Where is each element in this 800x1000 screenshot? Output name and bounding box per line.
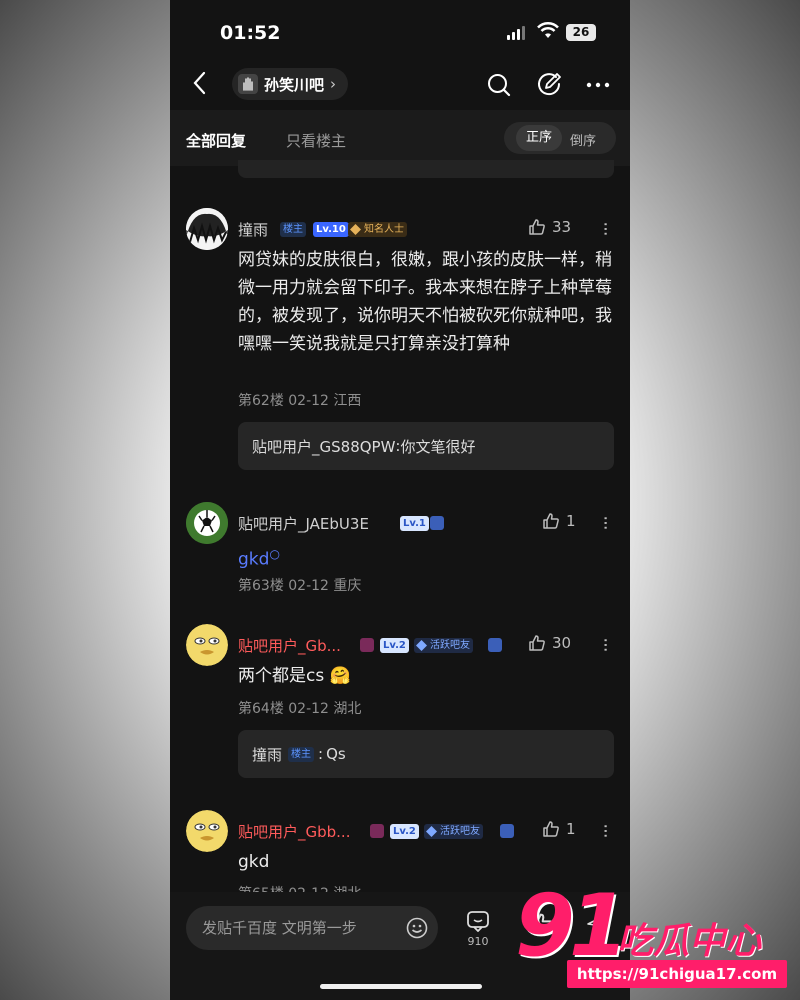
comment-button[interactable]: 910 [466, 910, 490, 948]
post-content: 两个都是cs 🤗 [238, 666, 351, 686]
reply-tabs: 全部回复 只看楼主 正序 倒序 [170, 110, 630, 166]
watermark: 91 吃瓜中心 https://91chigua17.com [505, 880, 795, 992]
back-icon[interactable] [190, 70, 210, 96]
post-content: gkd [238, 852, 270, 872]
phone-screen: 01:52 26 孙笑川吧 › 全部回复 只看楼主 正序 倒序 撞雨 楼主 Lv… [170, 0, 630, 1000]
battery-icon: 26 [566, 24, 596, 41]
sort-descending[interactable]: 倒序 [570, 130, 596, 149]
fan-icon [370, 824, 384, 838]
like-button[interactable]: 30 [528, 634, 571, 652]
status-bar: 01:52 26 [170, 0, 630, 60]
thumbs-up-icon [543, 821, 559, 837]
sort-toggle: 正序 倒序 [504, 122, 616, 154]
reply-input[interactable]: 发贴千百度 文明第一步 [186, 906, 438, 950]
member-icon [430, 516, 444, 530]
sub-reply[interactable]: 贴吧用户_GS88QPW: 你文笔很好 [238, 422, 614, 470]
thumbs-up-icon [529, 635, 545, 651]
post-content: 网贷妹的皮肤很白，很嫩，跟小孩的皮肤一样，稍微一用力就会留下印子。我本来想在脖子… [238, 250, 612, 354]
watermark-name: 吃瓜中心 [617, 921, 762, 962]
diamond-icon [416, 640, 427, 651]
forum-link[interactable]: 孙笑川吧 › [232, 68, 349, 100]
member-icon [500, 824, 514, 838]
tab-all-replies[interactable]: 全部回复 [186, 130, 246, 151]
emoji-icon[interactable] [406, 917, 428, 939]
forum-name: 孙笑川吧 [264, 75, 325, 94]
like-count: 33 [552, 218, 572, 236]
title-badge-label: 知名人士 [364, 224, 404, 235]
level-badge: Lv.10 [313, 222, 349, 237]
forum-avatar [238, 74, 258, 94]
wifi-icon [537, 22, 559, 38]
title-badge-label: 活跃吧友 [430, 640, 470, 651]
more-icon[interactable]: ··· [595, 221, 616, 235]
more-icon[interactable]: ··· [595, 637, 616, 651]
post-meta: 第62楼 02-12 江西 [238, 393, 362, 409]
avatar[interactable] [186, 502, 228, 544]
diamond-icon [426, 826, 437, 837]
level-badge: Lv.2 [390, 824, 419, 839]
more-options-icon[interactable] [586, 82, 610, 88]
title-badge: 活跃吧友 [414, 638, 473, 653]
level-badge: Lv.2 [380, 638, 409, 653]
tab-owner-only[interactable]: 只看楼主 [286, 130, 346, 151]
username[interactable]: 贴吧用户_Gbb... [238, 821, 350, 842]
reply-input-placeholder: 发贴千百度 文明第一步 [202, 919, 357, 937]
signal-icon [507, 26, 527, 40]
post-content: gkd [238, 549, 270, 570]
more-icon[interactable]: ··· [595, 823, 616, 837]
status-time: 01:52 [220, 22, 281, 44]
reply-text: 你文笔很好 [400, 437, 476, 456]
username[interactable]: 撞雨 [238, 219, 268, 240]
previous-reply-box [238, 160, 614, 178]
owner-badge: 楼主 [288, 746, 315, 762]
search-icon: ○ [269, 547, 280, 561]
avatar[interactable] [186, 624, 228, 666]
post-content-link[interactable]: gkd○ [238, 540, 618, 574]
member-icon [488, 638, 502, 652]
like-count: 1 [566, 512, 576, 530]
reply-colon: : [318, 745, 324, 763]
post-meta: 第64楼 02-12 湖北 [238, 701, 362, 717]
avatar[interactable] [186, 810, 228, 852]
diamond-icon [350, 224, 361, 235]
like-count: 1 [566, 820, 576, 838]
comment-count: 910 [467, 935, 489, 948]
top-nav: 孙笑川吧 › [170, 62, 630, 106]
post-meta: 第63楼 02-12 重庆 [238, 578, 362, 594]
search-icon[interactable] [486, 72, 512, 98]
comment-icon [467, 911, 489, 933]
reply-text: Qs [326, 745, 346, 763]
title-badge: 活跃吧友 [424, 824, 483, 839]
level-badge: Lv.1 [400, 516, 429, 531]
thumbs-up-icon [543, 513, 559, 529]
owner-badge: 楼主 [280, 222, 306, 237]
like-button[interactable]: 33 [528, 218, 571, 236]
username[interactable]: 贴吧用户_Gb... [238, 635, 341, 656]
sub-reply[interactable]: 撞雨 楼主: Qs [238, 730, 614, 778]
watermark-url: https://91chigua17.com [567, 960, 787, 988]
title-badge: 知名人士 [348, 222, 407, 237]
thumbs-up-icon [529, 219, 545, 235]
more-icon[interactable]: ··· [595, 515, 616, 529]
like-button[interactable]: 1 [542, 512, 576, 530]
like-count: 30 [552, 634, 572, 652]
sort-ascending[interactable]: 正序 [516, 125, 562, 151]
reply-user[interactable]: 撞雨 [252, 744, 282, 765]
fan-icon [360, 638, 374, 652]
home-indicator [320, 984, 482, 989]
chevron-right-icon: › [330, 75, 337, 93]
username[interactable]: 贴吧用户_JAEbU3E [238, 513, 369, 534]
like-button[interactable]: 1 [542, 820, 576, 838]
title-badge-label: 活跃吧友 [440, 826, 480, 837]
reply-user[interactable]: 贴吧用户_GS88QPW [252, 436, 395, 457]
edit-icon[interactable] [536, 72, 562, 98]
watermark-number: 91 [515, 876, 629, 976]
avatar[interactable] [186, 208, 228, 250]
